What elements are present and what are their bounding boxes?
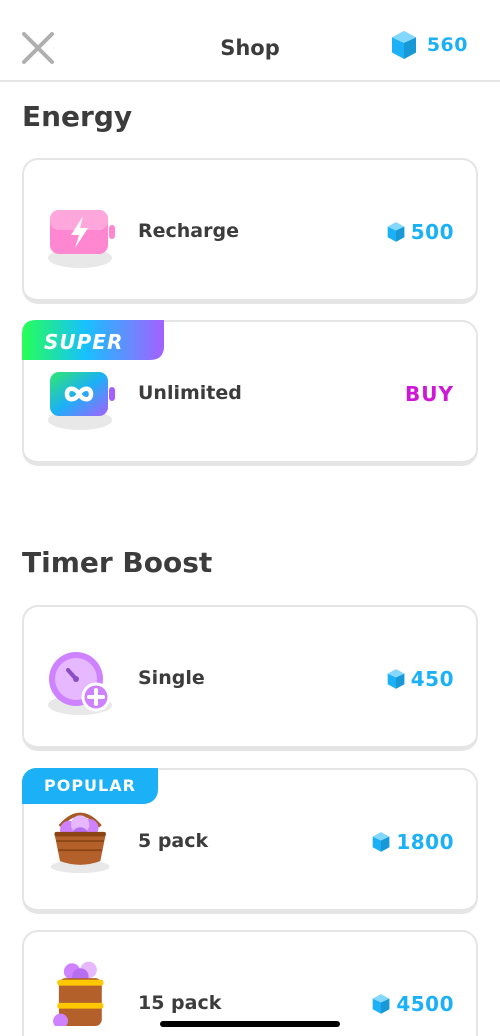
- price-amount: 450: [410, 667, 454, 691]
- shop-item-recharge[interactable]: Recharge 500: [22, 158, 478, 304]
- item-price: 4500: [372, 992, 454, 1016]
- home-indicator[interactable]: [160, 1021, 340, 1027]
- shop-item-5-pack[interactable]: POPULAR 5 pack 1800: [22, 768, 478, 914]
- battery-infinity-icon: [48, 372, 115, 430]
- price-amount: 500: [410, 220, 454, 244]
- item-price: 450: [387, 667, 454, 691]
- gem-icon: [387, 669, 405, 689]
- shop-header: Shop 560: [0, 0, 500, 82]
- battery-recharge-icon: [48, 210, 115, 268]
- timer-plus-icon: [48, 652, 112, 715]
- gem-icon: [391, 31, 416, 59]
- price-amount: 4500: [396, 992, 454, 1016]
- section-title-timer-boost: Timer Boost: [22, 546, 213, 579]
- timer-barrel-icon: [53, 961, 104, 1026]
- buy-button[interactable]: BUY: [405, 382, 454, 406]
- shop-item-single[interactable]: Single 450: [22, 605, 478, 751]
- shop-item-unlimited[interactable]: SUPER Unlimited BUY: [22, 320, 478, 466]
- item-price: 500: [387, 220, 454, 244]
- price-amount: 1800: [396, 830, 454, 854]
- gem-icon: [373, 994, 390, 1014]
- item-price: 1800: [372, 830, 454, 854]
- super-badge: SUPER: [22, 320, 164, 360]
- gem-icon: [373, 832, 390, 852]
- item-label: 15 pack: [138, 992, 222, 1014]
- popular-badge: POPULAR: [22, 768, 158, 804]
- item-label: 5 pack: [138, 830, 209, 852]
- gem-icon: [387, 222, 405, 242]
- item-label: Single: [138, 667, 205, 689]
- super-badge-label: SUPER: [44, 330, 123, 354]
- timer-basket-icon: [50, 812, 110, 874]
- gem-balance[interactable]: 560: [391, 30, 468, 60]
- item-label: Unlimited: [138, 382, 242, 404]
- item-label: Recharge: [138, 220, 239, 242]
- gem-count: 560: [426, 34, 468, 56]
- section-title-energy: Energy: [22, 100, 133, 133]
